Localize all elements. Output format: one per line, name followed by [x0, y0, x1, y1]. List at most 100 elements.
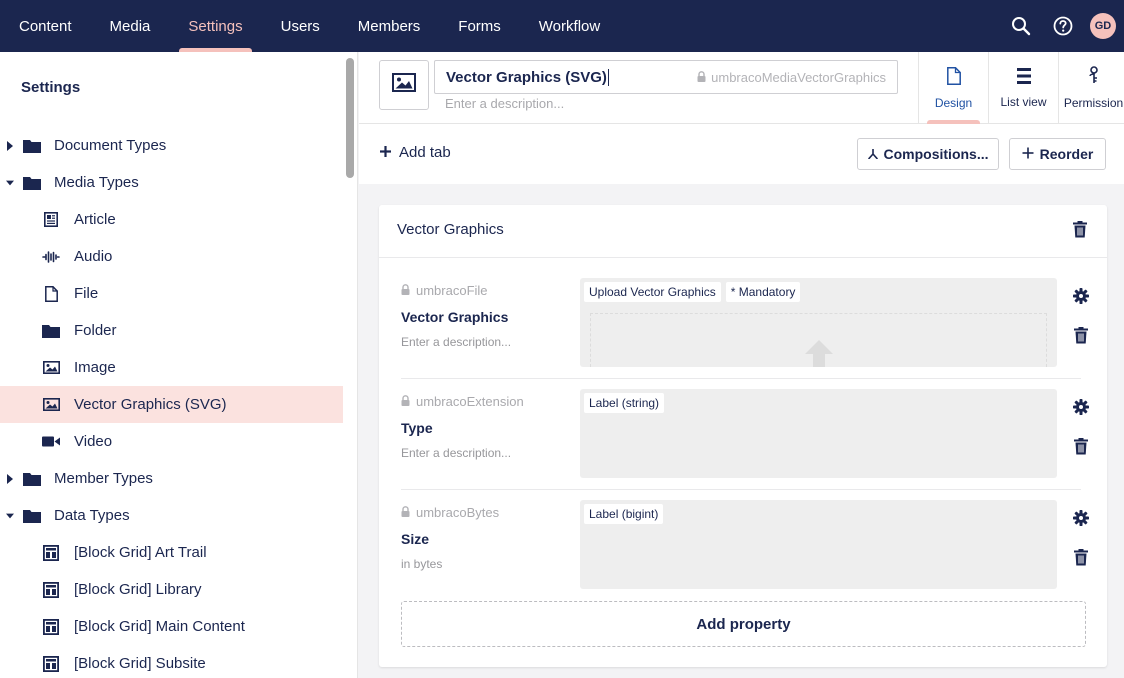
nav-right-tools: GD	[1006, 0, 1124, 52]
audio-icon	[41, 248, 61, 266]
nav-forms[interactable]: Forms	[439, 0, 520, 52]
lock-icon[interactable]	[401, 505, 410, 520]
tree-item-label: Member Types	[54, 470, 153, 487]
nav-settings[interactable]: Settings	[169, 0, 261, 52]
property-alias: umbracoBytes	[401, 505, 499, 520]
app-list-view[interactable]: List view	[988, 52, 1058, 124]
trash-icon[interactable]	[1074, 549, 1088, 566]
group-divider	[379, 257, 1107, 258]
caret-right-icon[interactable]	[6, 140, 14, 151]
user-avatar[interactable]: GD	[1090, 13, 1116, 39]
merge-icon	[867, 146, 878, 162]
help-icon[interactable]	[1048, 11, 1078, 41]
group-title[interactable]: Vector Graphics	[397, 221, 504, 238]
tree-item-block-grid-art-trail[interactable]: [Block Grid] Art Trail	[0, 534, 343, 571]
tree-item-block-grid-subsite[interactable]: [Block Grid] Subsite	[0, 645, 343, 678]
property-description: in bytes	[401, 557, 443, 571]
add-tab-label: Add tab	[399, 144, 451, 161]
folder-icon	[22, 470, 42, 488]
tree-item-audio[interactable]: Audio	[0, 238, 343, 275]
tree-item-label: [Block Grid] Library	[74, 581, 202, 598]
editor-toolbar: Add tab Compositions... Reorder	[359, 124, 1124, 184]
app-label: List view	[1000, 94, 1047, 109]
grid-icon	[41, 544, 61, 562]
nav-content[interactable]: Content	[0, 0, 91, 52]
trash-icon[interactable]	[1073, 221, 1089, 239]
trash-icon[interactable]	[1074, 327, 1088, 344]
media-type-name-input[interactable]: Vector Graphics (SVG) umbracoMediaVector…	[434, 60, 898, 94]
folder-icon	[41, 322, 61, 340]
settings-gear-icon[interactable]	[1073, 288, 1089, 304]
list-icon	[1016, 67, 1031, 87]
tree-item-data-types[interactable]: Data Types	[0, 497, 343, 534]
tree-item-article[interactable]: Article	[0, 201, 343, 238]
nav-media[interactable]: Media	[91, 0, 170, 52]
tree-item-label: [Block Grid] Subsite	[74, 655, 206, 672]
tree-item-block-grid-main-content[interactable]: [Block Grid] Main Content	[0, 608, 343, 645]
caret-down-icon[interactable]	[6, 178, 14, 188]
search-icon[interactable]	[1006, 11, 1036, 41]
tree-item-label: Document Types	[54, 137, 167, 154]
folder-icon	[22, 137, 42, 155]
editor-tag: Upload Vector Graphics	[584, 282, 721, 302]
caret-right-icon[interactable]	[6, 473, 14, 484]
tree-item-block-grid-library[interactable]: [Block Grid] Library	[0, 571, 343, 608]
tree-item-label: File	[74, 285, 99, 302]
app-design[interactable]: Design	[918, 52, 988, 124]
media-type-name-value: Vector Graphics (SVG)	[446, 68, 607, 86]
tree-item-label: Video	[74, 433, 113, 450]
property-alias-text: umbracoBytes	[416, 505, 500, 520]
property-umbraco-file: umbracoFile Vector Graphics Enter a desc…	[401, 278, 1089, 378]
add-tab-button[interactable]: Add tab	[380, 144, 451, 161]
property-preview[interactable]: Label (string)	[580, 389, 1057, 478]
lock-icon[interactable]	[697, 70, 706, 85]
tree-item-label: Folder	[74, 322, 117, 339]
caret-down-icon[interactable]	[6, 511, 14, 521]
property-description: Enter a description...	[401, 446, 512, 460]
property-tags: Upload Vector Graphics * Mandatory	[584, 282, 801, 302]
upload-arrow-icon	[805, 340, 833, 367]
settings-tree: Document Types Media Types Article Audio…	[0, 127, 343, 678]
tree-item-label: [Block Grid] Main Content	[74, 618, 245, 635]
lock-icon[interactable]	[401, 283, 410, 298]
editor-header: Vector Graphics (SVG) umbracoMediaVector…	[359, 52, 1124, 124]
tree-item-vector-graphics[interactable]: Vector Graphics (SVG)	[0, 386, 343, 423]
alias-field[interactable]: umbracoMediaVectorGraphics	[697, 70, 886, 85]
editor-apps: Design List view Permission	[918, 52, 1124, 124]
alias-value: umbracoMediaVectorGraphics	[711, 70, 886, 85]
tree-item-folder[interactable]: Folder	[0, 312, 343, 349]
tree-item-video[interactable]: Video	[0, 423, 343, 460]
tree-item-label: [Block Grid] Art Trail	[74, 544, 207, 561]
property-preview[interactable]: Upload Vector Graphics * Mandatory	[580, 278, 1057, 367]
group-vector-graphics: Vector Graphics umbracoFile Vector Graph…	[379, 205, 1107, 667]
property-umbraco-bytes: umbracoBytes Size in bytes Label (bigint…	[401, 500, 1089, 600]
tree-item-label: Media Types	[54, 174, 139, 191]
tree-item-image[interactable]: Image	[0, 349, 343, 386]
text-cursor	[607, 68, 609, 86]
media-type-description-input[interactable]: Enter a description...	[445, 96, 564, 111]
property-preview[interactable]: Label (bigint)	[580, 500, 1057, 589]
property-divider	[401, 378, 1081, 379]
trash-icon[interactable]	[1074, 438, 1088, 455]
compositions-button[interactable]: Compositions...	[857, 138, 999, 170]
tree-item-member-types[interactable]: Member Types	[0, 460, 343, 497]
reorder-button[interactable]: Reorder	[1009, 138, 1106, 170]
media-type-icon-picker[interactable]	[379, 60, 429, 110]
nav-members[interactable]: Members	[339, 0, 440, 52]
tree-item-file[interactable]: File	[0, 275, 343, 312]
lock-icon[interactable]	[401, 394, 410, 409]
settings-gear-icon[interactable]	[1073, 510, 1089, 526]
image-icon	[41, 396, 61, 414]
tree-item-media-types[interactable]: Media Types	[0, 164, 343, 201]
sidebar-scrollbar[interactable]	[346, 58, 354, 178]
tree-item-document-types[interactable]: Document Types	[0, 127, 343, 164]
tree-item-label: Image	[74, 359, 116, 376]
add-property-button[interactable]: Add property	[401, 601, 1086, 647]
tree-item-label: Vector Graphics (SVG)	[74, 396, 227, 413]
property-alias: umbracoExtension	[401, 394, 524, 409]
app-permissions[interactable]: Permission	[1058, 52, 1124, 124]
document-icon	[946, 66, 961, 88]
settings-gear-icon[interactable]	[1073, 399, 1089, 415]
nav-users[interactable]: Users	[262, 0, 339, 52]
nav-workflow[interactable]: Workflow	[520, 0, 619, 52]
